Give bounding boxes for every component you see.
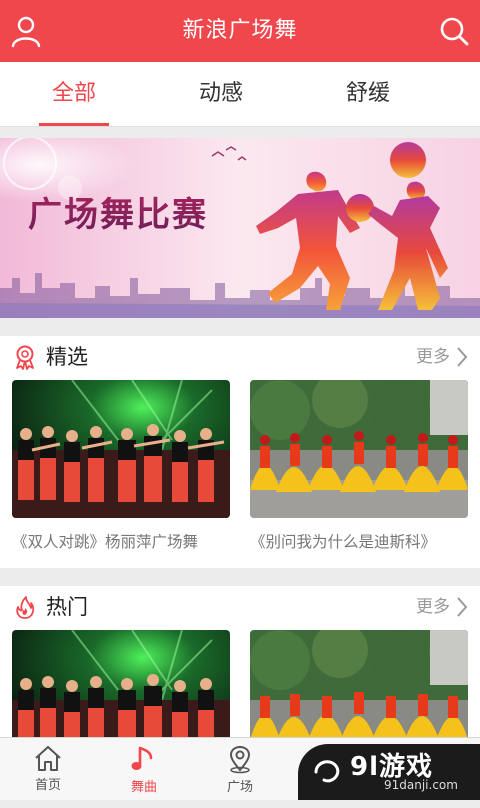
chevron-right-icon — [457, 597, 468, 617]
video-thumbnail — [250, 380, 468, 518]
banner-image: 广场舞比赛 — [0, 138, 480, 318]
more-button[interactable]: 更多 — [416, 595, 468, 619]
tabbar-item-home[interactable]: 首页 — [0, 738, 96, 800]
watermark-url: 91danji.com — [384, 778, 458, 792]
app-header: 新浪广场舞 — [0, 0, 480, 62]
section-featured: 精选 更多 《双人对跳》杨丽萍广场舞 《别问我为什么是迪斯科》 — [0, 336, 480, 568]
video-card[interactable]: 《双人对跳》杨丽萍广场舞 — [12, 380, 230, 552]
more-button[interactable]: 更多 — [416, 345, 468, 369]
more-label: 更多 — [416, 347, 450, 367]
search-icon — [440, 17, 469, 46]
category-tabs: 全部 动感 舒缓 — [0, 62, 480, 127]
banner-title: 广场舞比赛 — [28, 195, 208, 235]
tab-all[interactable]: 全部 — [14, 62, 134, 126]
section-header: 精选 更多 — [0, 336, 480, 378]
video-caption: 《别问我为什么是迪斯科》 — [250, 533, 437, 551]
app-title: 新浪广场舞 — [182, 18, 298, 43]
home-icon — [35, 746, 61, 771]
video-thumbnail — [12, 380, 230, 518]
tabbar-label: 舞曲 — [130, 780, 157, 795]
tabbar-item-music[interactable]: 舞曲 — [96, 738, 192, 800]
tabbar-label: 首页 — [34, 778, 61, 793]
video-caption: 《双人对跳》杨丽萍广场舞 — [12, 533, 199, 551]
location-icon — [229, 745, 251, 774]
section-header: 热门 更多 — [0, 586, 480, 628]
tab-soothing[interactable]: 舒缓 — [308, 62, 428, 126]
chevron-right-icon — [457, 347, 468, 367]
award-icon — [16, 345, 34, 370]
section-hot: 热门 更多 — [0, 586, 480, 768]
promo-banner[interactable]: 广场舞比赛 — [0, 138, 480, 318]
swirl-logo-icon — [314, 760, 340, 783]
tabbar-label: 广场 — [226, 780, 253, 795]
video-card[interactable]: 《别问我为什么是迪斯科》 — [250, 380, 468, 552]
section-title: 精选 — [46, 345, 88, 369]
more-label: 更多 — [416, 597, 450, 617]
search-button[interactable] — [436, 13, 472, 49]
tab-dynamic[interactable]: 动感 — [161, 62, 281, 126]
section-title: 热门 — [46, 595, 88, 619]
flame-icon — [16, 596, 35, 619]
site-watermark: 9l游戏 91danji.com — [298, 744, 480, 800]
tabbar-item-plaza[interactable]: 广场 — [192, 738, 288, 800]
music-note-icon — [131, 746, 153, 770]
